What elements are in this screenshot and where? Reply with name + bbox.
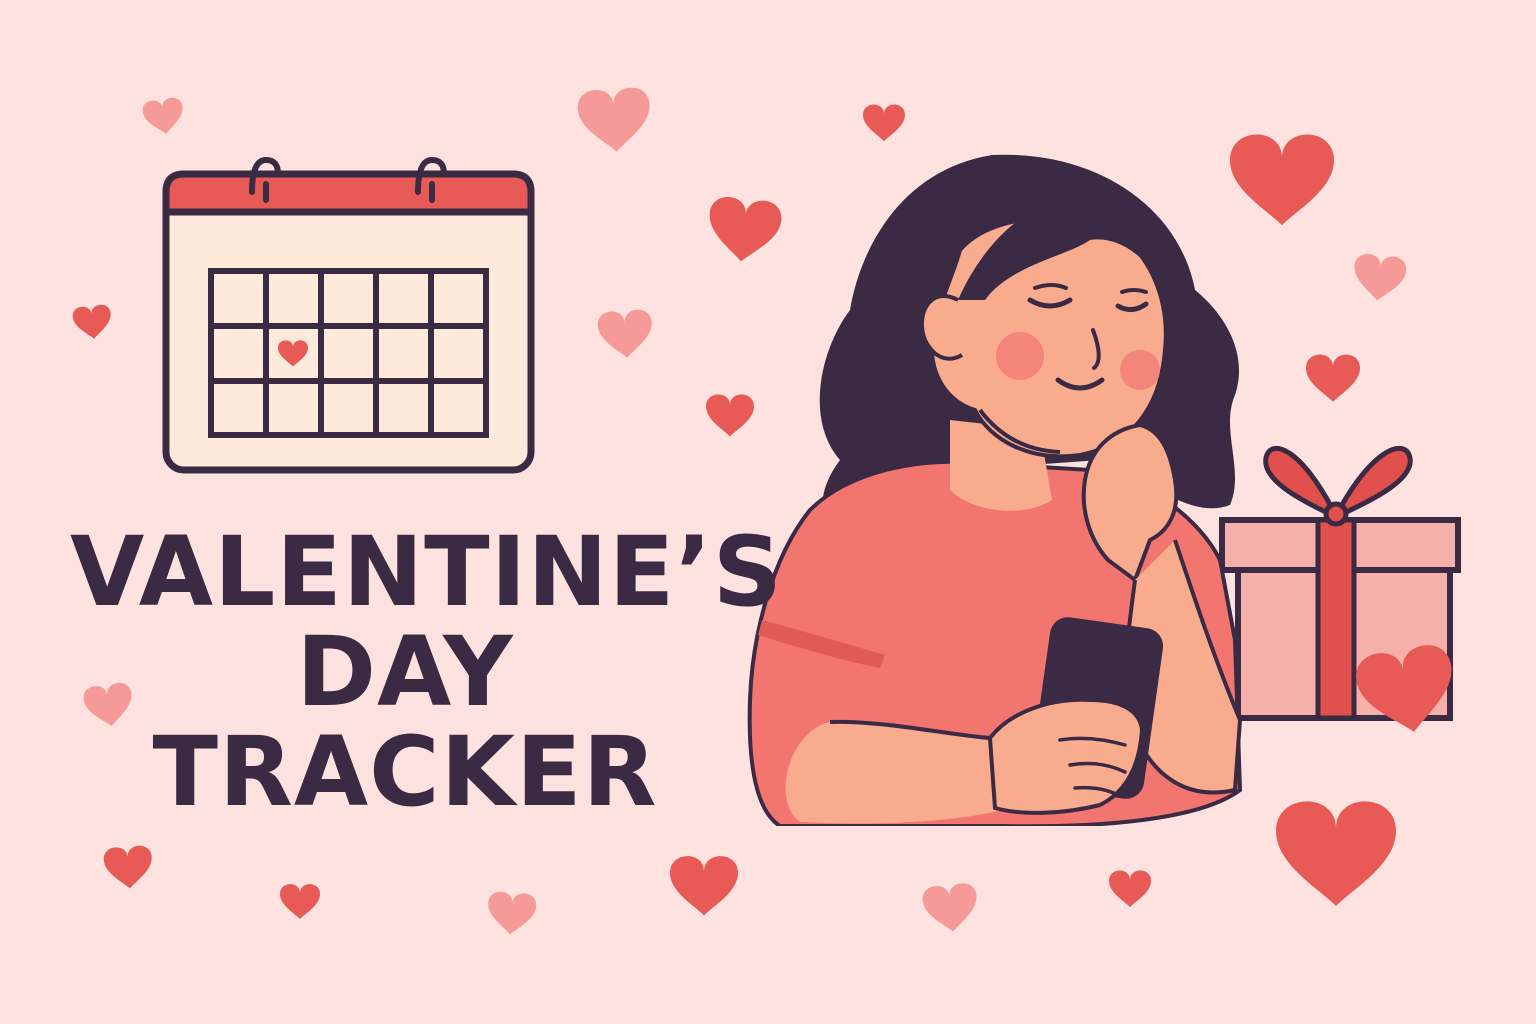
heart-icon — [1230, 134, 1334, 226]
heart-icon — [705, 195, 784, 266]
heart-icon — [486, 890, 538, 937]
heart-icon — [706, 394, 754, 437]
heart-icon — [576, 86, 653, 155]
page-title: VALENTINE’S DAY TRACKER — [70, 516, 783, 828]
heart-icon — [280, 884, 320, 919]
heart-icon — [1351, 252, 1408, 304]
title-line-3: TRACKER — [152, 716, 658, 828]
heart-icon — [1276, 801, 1396, 906]
heart-icon — [921, 881, 980, 935]
title-line-1: VALENTINE’S — [70, 516, 783, 628]
heart-icon — [141, 96, 186, 137]
heart-icon — [1306, 354, 1360, 402]
heart-icon — [670, 856, 738, 916]
title-line-2: DAY — [296, 616, 514, 728]
calendar-icon — [162, 156, 535, 474]
heart-icon — [1109, 870, 1151, 908]
heart-icon — [71, 303, 114, 341]
heart-icon — [102, 844, 154, 891]
illustration — [71, 86, 1462, 937]
heart-icon — [863, 104, 905, 142]
woman-figure — [740, 154, 1260, 836]
heart-icon — [596, 308, 655, 360]
